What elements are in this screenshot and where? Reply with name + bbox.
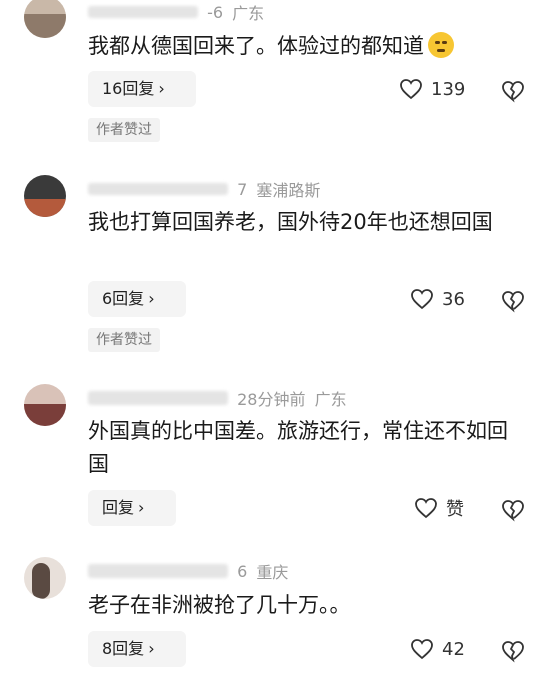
comment-text: 外国真的比中国差。旅游还行，常住还不如回国 [88, 419, 508, 476]
comment-item: 7 塞浦路斯 我也打算回国养老，国外待20年也还想回国 6回复 › 36 作者赞过 [0, 170, 549, 360]
like-count: 36 [442, 288, 465, 310]
heart-icon [411, 639, 433, 660]
like-button[interactable]: 赞 [414, 494, 464, 522]
reply-button[interactable]: 回复 › [88, 490, 176, 526]
avatar[interactable] [24, 175, 66, 217]
comment-item: -6 广东 我都从德国回来了。体验过的都知道 16回复 › 139 作者赞过 [0, 0, 549, 150]
comment-item: 6 重庆 老子在非洲被抢了几十万。。 8回复 › 42 [0, 553, 549, 677]
redacted-username [88, 183, 228, 195]
reply-label: 回复 [102, 498, 135, 517]
like-count: 139 [431, 78, 466, 100]
heart-icon [411, 289, 433, 310]
heart-icon [400, 79, 422, 100]
comment-location: 广东 [232, 4, 265, 23]
avatar[interactable] [24, 384, 66, 426]
comment-text: 我也打算回国养老，国外待20年也还想回国 [88, 210, 493, 234]
broken-heart-icon[interactable] [501, 639, 525, 663]
broken-heart-icon[interactable] [501, 79, 525, 103]
comment-text: 我都从德国回来了。体验过的都知道 [88, 30, 528, 63]
comment-location: 塞浦路斯 [256, 181, 321, 200]
reply-label: 8回复 [102, 639, 145, 658]
chevron-right-icon: › [138, 498, 145, 517]
avatar[interactable] [24, 0, 66, 38]
comment-meta: 6 重庆 [88, 559, 289, 582]
redacted-username [88, 564, 228, 578]
comment-time: 7 [237, 179, 248, 199]
reply-button[interactable]: 16回复 › [88, 71, 196, 107]
smug-face-emoji-icon [428, 32, 454, 58]
comment-time: -6 [207, 2, 224, 22]
redacted-username [88, 6, 198, 18]
like-count: 42 [442, 638, 465, 660]
reply-button[interactable]: 8回复 › [88, 631, 186, 667]
heart-icon [415, 498, 437, 519]
comment-meta: 28分钟前 广东 [88, 386, 347, 409]
reply-label: 6回复 [102, 289, 145, 308]
like-count: 赞 [446, 499, 464, 520]
like-button[interactable]: 42 [410, 635, 465, 663]
comment-time: 28分钟前 [237, 390, 306, 409]
chevron-right-icon: › [148, 289, 155, 308]
author-liked-tag: 作者赞过 [88, 118, 160, 142]
chevron-right-icon: › [148, 639, 155, 658]
like-button[interactable]: 139 [399, 75, 465, 103]
comment-meta: 7 塞浦路斯 [88, 177, 321, 200]
like-button[interactable]: 36 [410, 285, 465, 313]
reply-label: 16回复 [102, 79, 155, 98]
comment-time: 6 [237, 561, 248, 581]
comment-meta: -6 广东 [88, 0, 265, 23]
comment-item: 28分钟前 广东 外国真的比中国差。旅游还行，常住还不如回国 回复 › 赞 [0, 380, 549, 530]
comment-text: 老子在非洲被抢了几十万。。 [88, 593, 351, 617]
comment-location: 广东 [314, 390, 347, 409]
broken-heart-icon[interactable] [501, 289, 525, 313]
redacted-username [88, 391, 228, 405]
broken-heart-icon[interactable] [501, 498, 525, 522]
avatar[interactable] [24, 557, 66, 599]
comment-location: 重庆 [256, 563, 289, 582]
reply-button[interactable]: 6回复 › [88, 281, 186, 317]
author-liked-tag: 作者赞过 [88, 328, 160, 352]
chevron-right-icon: › [158, 79, 165, 98]
